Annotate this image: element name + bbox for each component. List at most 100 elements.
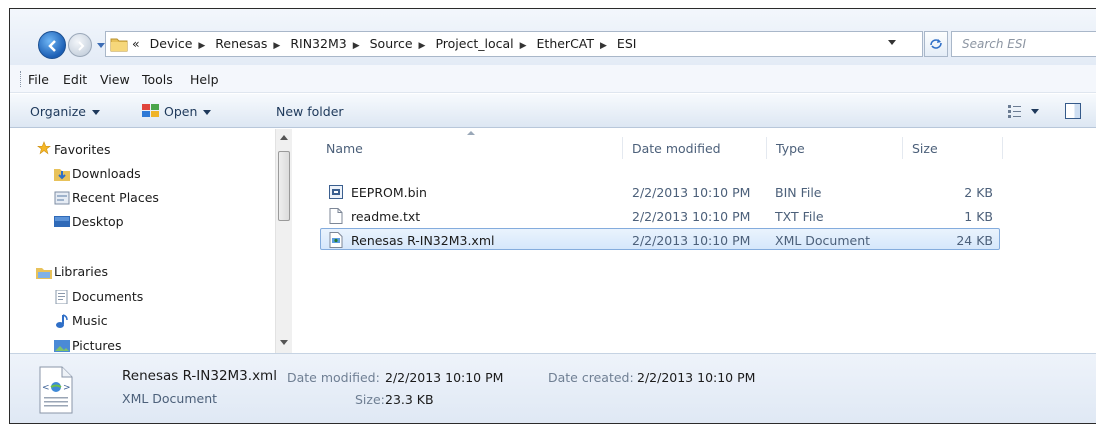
scroll-up-arrow-icon[interactable] [280,135,288,140]
address-history-dropdown-icon[interactable] [888,40,896,45]
menu-bar: File Edit View Tools Help [10,65,1096,93]
organize-button[interactable]: Organize [30,104,100,119]
navigation-pane: Favorites Downloads Recent Places Deskto… [10,129,275,353]
menu-file[interactable]: File [28,72,49,87]
bin-file-icon [329,185,343,199]
file-size: 24 KB [956,233,993,248]
column-divider[interactable] [622,137,623,159]
breadcrumb-ethercat[interactable]: EtherCAT [537,36,595,51]
preview-pane-icon[interactable] [1065,103,1081,119]
breadcrumb-esi[interactable]: ESI [617,36,637,51]
menu-edit[interactable]: Edit [63,72,87,87]
column-header-name[interactable]: Name [326,141,363,156]
open-icon [142,104,159,117]
breadcrumb-separator-icon[interactable]: ▶ [520,41,527,51]
table-row[interactable]: readme.txt 2/2/2013 10:10 PM TXT File 1 … [320,204,1000,226]
breadcrumb-project-local[interactable]: Project_local [435,36,513,51]
breadcrumb-rin32m3[interactable]: RIN32M3 [290,36,346,51]
nav-downloads[interactable]: Downloads [72,166,141,181]
music-icon [56,314,68,328]
nav-pane-scrollbar[interactable] [275,129,292,353]
libraries-icon [36,268,52,279]
nav-desktop[interactable]: Desktop [72,214,124,229]
documents-icon [55,290,68,304]
menu-tools[interactable]: Tools [142,72,173,87]
column-divider[interactable] [902,137,903,159]
nav-music[interactable]: Music [72,313,108,328]
column-header-size[interactable]: Size [912,141,938,156]
desktop-icon [54,216,70,227]
forward-arrow-icon [78,41,85,51]
nav-libraries[interactable]: Libraries [54,264,108,279]
details-size: 23.3 KB [385,392,434,407]
chevron-down-icon [203,110,212,115]
refresh-icon [930,39,942,49]
details-file-type: XML Document [122,391,218,406]
menu-help[interactable]: Help [190,72,219,87]
change-view-button[interactable] [1007,104,1041,121]
svg-text:<: < [42,383,50,393]
forward-button[interactable] [68,33,92,57]
back-arrow-icon [48,40,56,52]
file-date: 2/2/2013 10:10 PM [632,209,751,224]
nav-favorites[interactable]: Favorites [54,142,110,157]
details-pane: < > Renesas R-IN32M3.xml XML Document Da… [10,353,1096,423]
open-label: Open [164,104,198,119]
xml-file-large-icon: < > [39,366,73,414]
file-name: Renesas R-IN32M3.xml [351,233,495,248]
details-file-name: Renesas R-IN32M3.xml [122,368,277,384]
file-type: XML Document [775,233,871,248]
refresh-button[interactable] [924,31,948,57]
file-type: TXT File [775,209,824,224]
search-input[interactable]: Search ESI [951,31,1096,57]
breadcrumb-device[interactable]: Device [150,36,193,51]
column-header-date-modified[interactable]: Date modified [632,141,721,156]
column-header-type[interactable]: Type [776,141,805,156]
file-list: Name Date modified Type Size EEPROM.bin … [292,129,1096,353]
svg-text:>: > [63,383,71,393]
file-size: 2 KB [964,185,993,200]
breadcrumb-separator-icon[interactable]: ▶ [198,41,205,51]
file-date: 2/2/2013 10:10 PM [632,233,751,248]
menu-view[interactable]: View [100,72,130,87]
address-bar-row: « Device ▶ Renesas ▶ RIN32M3 ▶ Source ▶ Proj… [10,9,1096,65]
chevron-down-icon [92,110,100,115]
command-bar: Organize Open New folder [10,94,1096,128]
txt-file-icon [329,208,343,224]
pictures-icon [54,340,70,352]
breadcrumb-renesas[interactable]: Renesas [215,36,267,51]
scrollbar-thumb[interactable] [278,151,290,221]
search-placeholder: Search ESI [962,37,1027,51]
breadcrumb-separator-icon[interactable]: ▶ [353,41,360,51]
file-name: EEPROM.bin [351,185,427,200]
nav-pictures[interactable]: Pictures [72,338,122,353]
table-row-selected[interactable]: Renesas R-IN32M3.xml 2/2/2013 10:10 PM X… [320,228,1000,250]
back-button[interactable] [38,31,66,59]
star-icon [37,141,51,155]
file-name: readme.txt [351,209,421,224]
column-divider[interactable] [766,137,767,159]
breadcrumb-source[interactable]: Source [370,36,413,51]
recent-places-icon [54,191,70,205]
breadcrumb-separator-icon[interactable]: ▶ [419,41,426,51]
file-date: 2/2/2013 10:10 PM [632,185,751,200]
nav-documents[interactable]: Documents [72,289,143,304]
new-folder-button[interactable]: New folder [276,104,344,119]
breadcrumb: « Device ▶ Renesas ▶ RIN32M3 ▶ Source ▶ Proj… [132,36,636,51]
open-button[interactable]: Open [142,104,212,119]
menu-grip [20,71,22,87]
details-size-label: Size: [355,392,385,407]
breadcrumb-separator-icon[interactable]: ▶ [600,41,607,51]
view-list-icon [1008,105,1039,118]
details-date-created-label: Date created: [548,370,634,385]
scroll-down-arrow-icon[interactable] [280,340,288,345]
breadcrumb-overflow[interactable]: « [132,36,140,51]
nav-recent-places[interactable]: Recent Places [72,190,159,205]
breadcrumb-separator-icon[interactable]: ▶ [273,41,280,51]
table-row[interactable]: EEPROM.bin 2/2/2013 10:10 PM BIN File 2 … [320,180,1000,202]
column-divider[interactable] [1002,137,1003,159]
address-bar[interactable]: « Device ▶ Renesas ▶ RIN32M3 ▶ Source ▶ Proj… [105,31,923,57]
explorer-window: « Device ▶ Renesas ▶ RIN32M3 ▶ Source ▶ Proj… [9,8,1096,424]
details-date-modified: 2/2/2013 10:10 PM [385,370,504,385]
sort-ascending-icon [467,131,475,135]
